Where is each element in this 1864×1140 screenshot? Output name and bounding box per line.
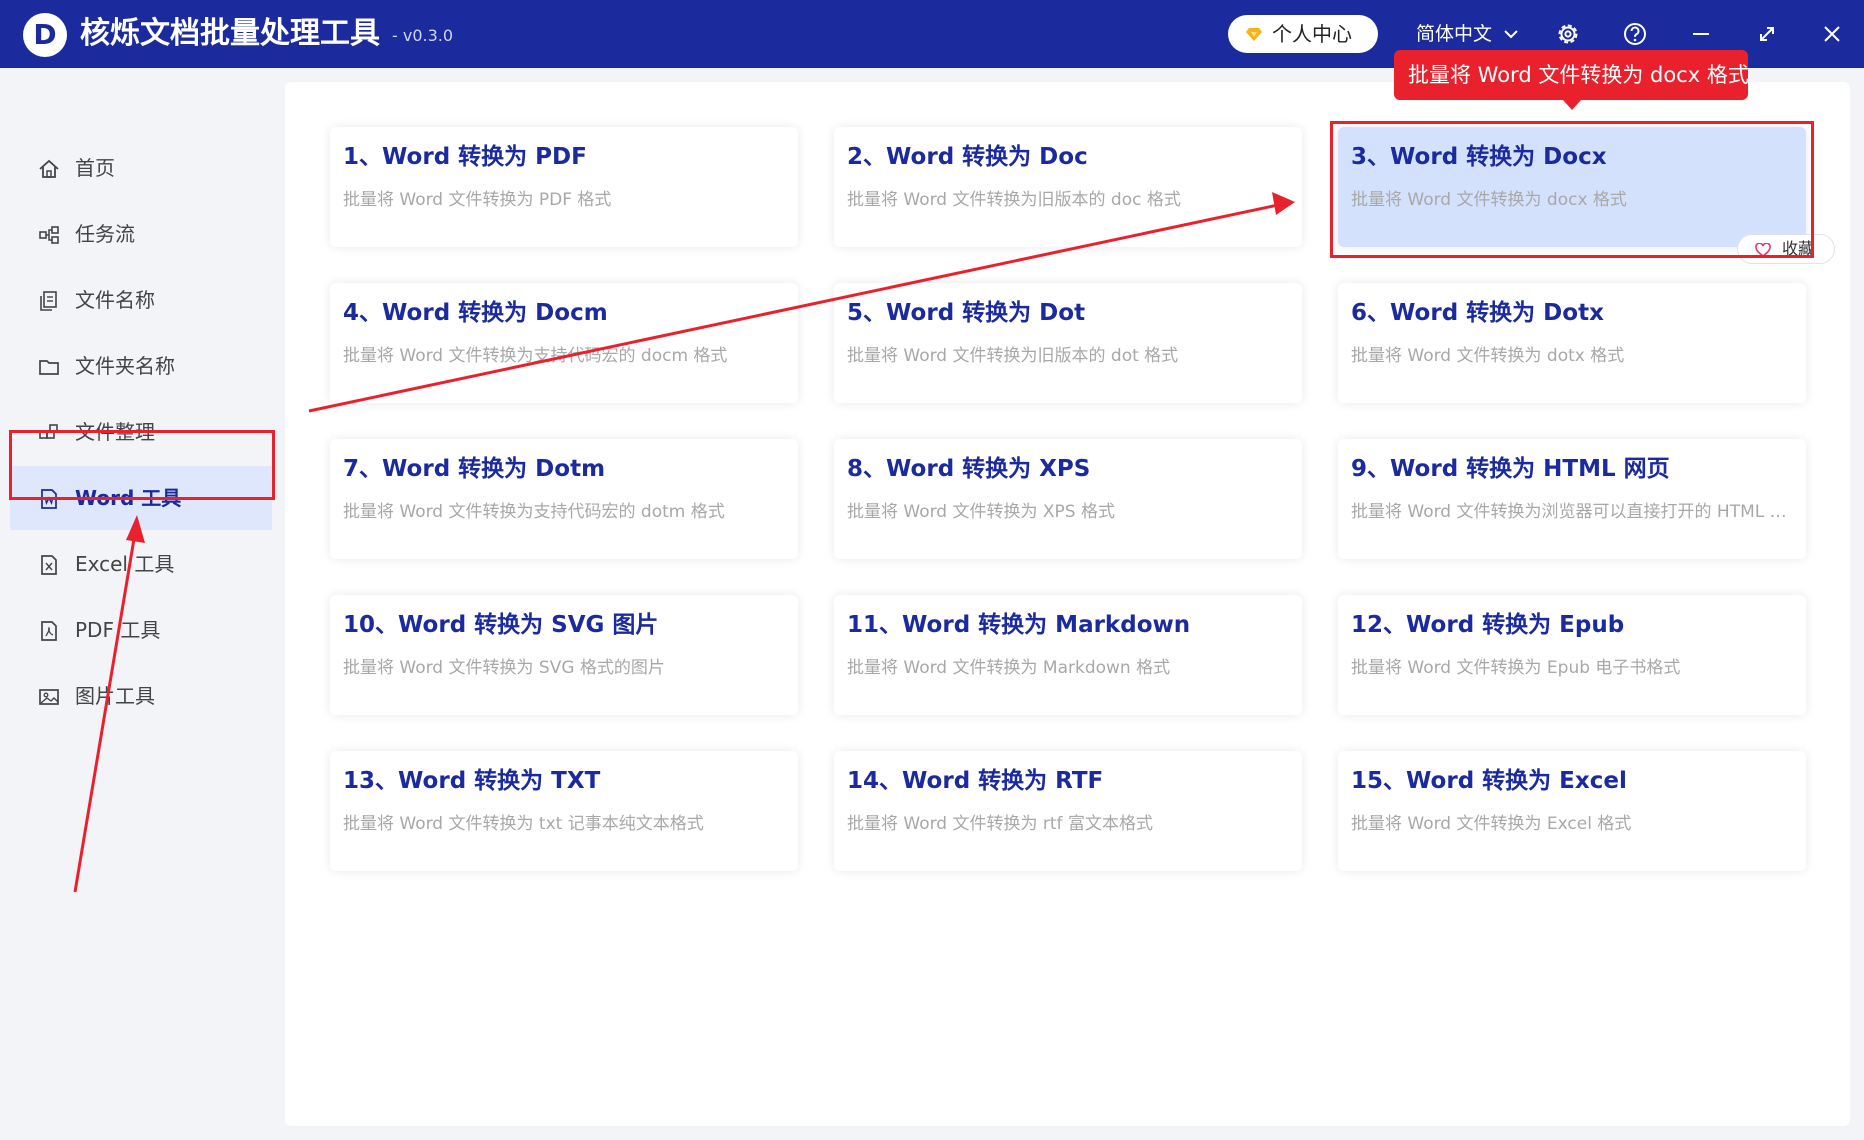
- sidebar-item-label: Excel 工具: [75, 552, 175, 576]
- favorite-label: 收藏: [1782, 239, 1815, 258]
- tool-card-word-to-excel[interactable]: 15、Word 转换为 Excel 批量将 Word 文件转换为 Excel 格…: [1338, 751, 1806, 871]
- tool-card-desc: 批量将 Word 文件转换为支持代码宏的 docm 格式: [343, 346, 728, 366]
- close-icon[interactable]: [1819, 21, 1845, 47]
- sidebar-item-label: 首页: [75, 156, 115, 180]
- tool-card-desc: 批量将 Word 文件转换为 XPS 格式: [847, 502, 1115, 522]
- tooltip-tail: [1563, 100, 1581, 110]
- tool-card-desc: 批量将 Word 文件转换为浏览器可以直接打开的 HTML 网页文件: [1351, 502, 1796, 522]
- tool-card-title: 5、Word 转换为 Dot: [847, 300, 1086, 326]
- tool-card-title: 3、Word 转换为 Docx: [1351, 144, 1607, 170]
- workflow-icon: [39, 226, 59, 244]
- sidebar: 首页 任务流 文件名称 文件夹名称 文件整理 Word 工具 Excel 工具 …: [0, 68, 280, 1140]
- folder-icon: [39, 360, 59, 375]
- tool-card-desc: 批量将 Word 文件转换为 Markdown 格式: [847, 658, 1171, 678]
- tool-card-title: 11、Word 转换为 Markdown: [847, 612, 1191, 638]
- app-title: 核烁文档批量处理工具: [80, 16, 380, 51]
- tool-card-desc: 批量将 Word 文件转换为旧版本的 dot 格式: [847, 346, 1179, 366]
- tool-card-word-to-epub[interactable]: 12、Word 转换为 Epub 批量将 Word 文件转换为 Epub 电子书…: [1338, 595, 1806, 715]
- tool-card-word-to-dotx[interactable]: 6、Word 转换为 Dotx 批量将 Word 文件转换为 dotx 格式: [1338, 283, 1806, 403]
- home-icon: [39, 159, 59, 178]
- sidebar-item-label: PDF 工具: [75, 618, 161, 642]
- sidebar-item-label: 任务流: [75, 222, 135, 246]
- tool-card-title: 13、Word 转换为 TXT: [343, 768, 601, 794]
- tooltip-text: 批量将 Word 文件转换为 docx 格式: [1408, 63, 1749, 87]
- image-icon: [39, 689, 59, 705]
- sidebar-item-word-tools[interactable]: Word 工具: [10, 466, 272, 530]
- sidebar-item-excel-tools[interactable]: Excel 工具: [10, 532, 272, 596]
- tool-card-word-to-svg[interactable]: 10、Word 转换为 SVG 图片 批量将 Word 文件转换为 SVG 格式…: [330, 595, 798, 715]
- tool-card-title: 7、Word 转换为 Dotm: [343, 456, 606, 482]
- profile-center-label: 个人中心: [1272, 22, 1352, 46]
- excel-file-icon: [41, 555, 57, 575]
- tool-card-word-to-pdf[interactable]: 1、Word 转换为 PDF 批量将 Word 文件转换为 PDF 格式: [330, 127, 798, 247]
- tool-card-desc: 批量将 Word 文件转换为 docx 格式: [1351, 190, 1627, 210]
- app-logo-letter: D: [33, 18, 57, 51]
- sidebar-item-label: Word 工具: [75, 486, 182, 510]
- tool-card-desc: 批量将 Word 文件转换为旧版本的 doc 格式: [847, 190, 1181, 210]
- tool-card-word-to-xps[interactable]: 8、Word 转换为 XPS 批量将 Word 文件转换为 XPS 格式: [834, 439, 1302, 559]
- sidebar-item-image-tools[interactable]: 图片工具: [10, 664, 272, 728]
- sidebar-item-workflow[interactable]: 任务流: [10, 202, 272, 266]
- tool-card-desc: 批量将 Word 文件转换为 rtf 富文本格式: [847, 814, 1153, 834]
- sidebar-item-home[interactable]: 首页: [10, 136, 272, 200]
- file-name-icon: [40, 291, 57, 311]
- language-selector[interactable]: 简体中文: [1416, 22, 1492, 46]
- gear-icon[interactable]: [1555, 21, 1581, 47]
- maximize-icon[interactable]: [1754, 21, 1780, 47]
- sidebar-item-file-name[interactable]: 文件名称: [10, 268, 272, 332]
- tool-card-desc: 批量将 Word 文件转换为 SVG 格式的图片: [343, 658, 665, 678]
- profile-center-button[interactable]: 个人中心: [1228, 15, 1378, 53]
- sidebar-item-file-organize[interactable]: 文件整理: [10, 400, 272, 464]
- tool-card-title: 1、Word 转换为 PDF: [343, 144, 587, 170]
- app-logo-icon: D: [23, 13, 67, 57]
- tool-card-desc: 批量将 Word 文件转换为 PDF 格式: [343, 190, 612, 210]
- tool-card-word-to-dotm[interactable]: 7、Word 转换为 Dotm 批量将 Word 文件转换为支持代码宏的 dot…: [330, 439, 798, 559]
- tool-card-desc: 批量将 Word 文件转换为 dotx 格式: [1351, 346, 1625, 366]
- minimize-icon[interactable]: [1688, 21, 1714, 47]
- tool-card-word-to-html[interactable]: 9、Word 转换为 HTML 网页 批量将 Word 文件转换为浏览器可以直接…: [1338, 439, 1806, 559]
- tool-card-word-to-markdown[interactable]: 11、Word 转换为 Markdown 批量将 Word 文件转换为 Mark…: [834, 595, 1302, 715]
- tool-card-title: 10、Word 转换为 SVG 图片: [343, 612, 659, 638]
- tool-card-word-to-doc[interactable]: 2、Word 转换为 Doc 批量将 Word 文件转换为旧版本的 doc 格式: [834, 127, 1302, 247]
- tool-card-desc: 批量将 Word 文件转换为 Epub 电子书格式: [1351, 658, 1681, 678]
- tool-card-word-to-dot[interactable]: 5、Word 转换为 Dot 批量将 Word 文件转换为旧版本的 dot 格式: [834, 283, 1302, 403]
- tool-card-word-to-docx[interactable]: 3、Word 转换为 Docx 批量将 Word 文件转换为 docx 格式: [1338, 127, 1806, 247]
- diamond-icon: [1246, 28, 1262, 41]
- organize-icon: [39, 424, 58, 439]
- sidebar-item-label: 文件整理: [75, 420, 155, 444]
- tool-card-title: 4、Word 转换为 Docm: [343, 300, 608, 326]
- favorite-button[interactable]: 收藏: [1737, 234, 1835, 264]
- tool-card-word-to-docm[interactable]: 4、Word 转换为 Docm 批量将 Word 文件转换为支持代码宏的 doc…: [330, 283, 798, 403]
- sidebar-item-label: 图片工具: [75, 684, 155, 708]
- help-icon[interactable]: [1622, 21, 1648, 47]
- chevron-down-icon[interactable]: [1503, 27, 1519, 41]
- tool-card-title: 8、Word 转换为 XPS: [847, 456, 1091, 482]
- main-panel: 1、Word 转换为 PDF 批量将 Word 文件转换为 PDF 格式 2、W…: [285, 82, 1850, 1126]
- tool-card-word-to-txt[interactable]: 13、Word 转换为 TXT 批量将 Word 文件转换为 txt 记事本纯文…: [330, 751, 798, 871]
- tool-card-desc: 批量将 Word 文件转换为 txt 记事本纯文本格式: [343, 814, 704, 834]
- pdf-file-icon: [41, 621, 57, 641]
- tool-card-title: 6、Word 转换为 Dotx: [1351, 300, 1604, 326]
- tool-card-desc: 批量将 Word 文件转换为 Excel 格式: [1351, 814, 1632, 834]
- tool-card-title: 15、Word 转换为 Excel: [1351, 768, 1627, 794]
- tool-card-title: 12、Word 转换为 Epub: [1351, 612, 1625, 638]
- tool-card-title: 14、Word 转换为 RTF: [847, 768, 1104, 794]
- tool-card-word-to-rtf[interactable]: 14、Word 转换为 RTF 批量将 Word 文件转换为 rtf 富文本格式: [834, 751, 1302, 871]
- tool-card-title: 2、Word 转换为 Doc: [847, 144, 1088, 170]
- tooltip: 批量将 Word 文件转换为 docx 格式: [1394, 50, 1749, 100]
- tool-card-desc: 批量将 Word 文件转换为支持代码宏的 dotm 格式: [343, 502, 725, 522]
- sidebar-item-pdf-tools[interactable]: PDF 工具: [10, 598, 272, 662]
- sidebar-item-folder-name[interactable]: 文件夹名称: [10, 334, 272, 398]
- app-version: - v0.3.0: [392, 26, 454, 45]
- heart-icon: [1755, 243, 1771, 257]
- word-file-icon: [41, 489, 57, 509]
- tool-card-title: 9、Word 转换为 HTML 网页: [1351, 456, 1670, 482]
- sidebar-item-label: 文件夹名称: [75, 354, 175, 378]
- sidebar-item-label: 文件名称: [75, 288, 155, 312]
